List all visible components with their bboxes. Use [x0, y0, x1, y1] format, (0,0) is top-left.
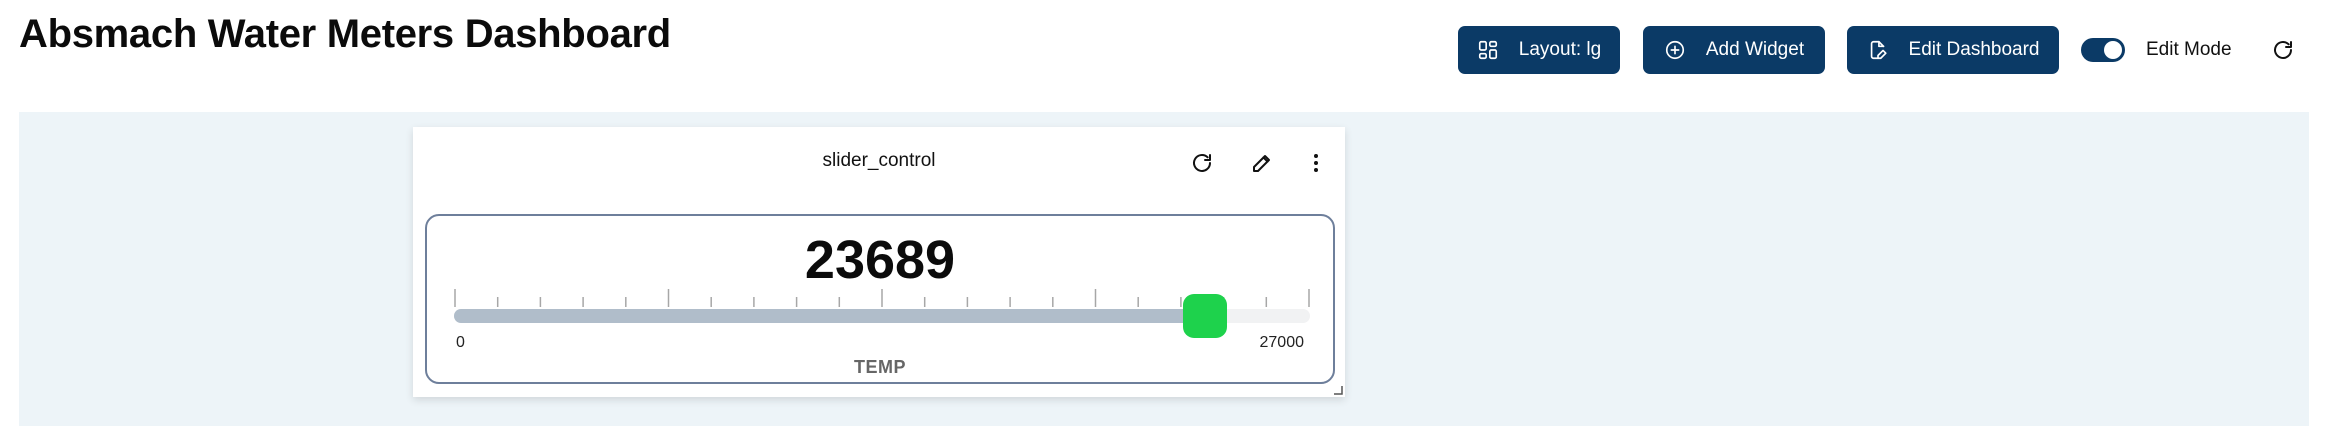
edit-mode-toggle[interactable] [2081, 38, 2125, 62]
edit-dashboard-button[interactable]: Edit Dashboard [1847, 26, 2059, 74]
slider-track-fill [454, 309, 1206, 323]
add-widget-button-label: Add Widget [1705, 39, 1805, 60]
edit-mode-label: Edit Mode [2146, 39, 2232, 60]
layout-grid-icon [1478, 40, 1497, 60]
slider-unit-label: TEMP [853, 357, 906, 377]
slider-track[interactable] [454, 309, 1310, 323]
slider-value: 23689 [804, 230, 956, 290]
slider-ticks [454, 289, 1310, 307]
edit-dashboard-button-label: Edit Dashboard [1908, 39, 2040, 60]
pencil-icon[interactable] [1250, 151, 1274, 175]
add-widget-button[interactable]: Add Widget [1643, 26, 1825, 74]
slider-widget[interactable]: slider_control 23689 0 27000 TEMP [413, 127, 1345, 397]
refresh-icon[interactable] [2271, 38, 2295, 62]
more-vertical-icon[interactable] [1310, 151, 1322, 175]
widget-refresh-icon[interactable] [1190, 151, 1214, 175]
slider-min-label: 0 [456, 334, 465, 351]
layout-button[interactable]: Layout: lg [1458, 26, 1620, 74]
plus-circle-icon [1665, 40, 1684, 60]
resize-handle-icon[interactable] [1333, 385, 1343, 395]
page-title: Absmach Water Meters Dashboard [19, 12, 671, 56]
slider-max-label: 27000 [1259, 334, 1305, 351]
edit-document-icon [1870, 40, 1887, 60]
toggle-knob [2104, 41, 2122, 59]
slider-thumb[interactable] [1183, 294, 1228, 338]
layout-button-label: Layout: lg [1518, 39, 1602, 60]
slider-panel: 23689 0 27000 TEMP [425, 214, 1335, 384]
